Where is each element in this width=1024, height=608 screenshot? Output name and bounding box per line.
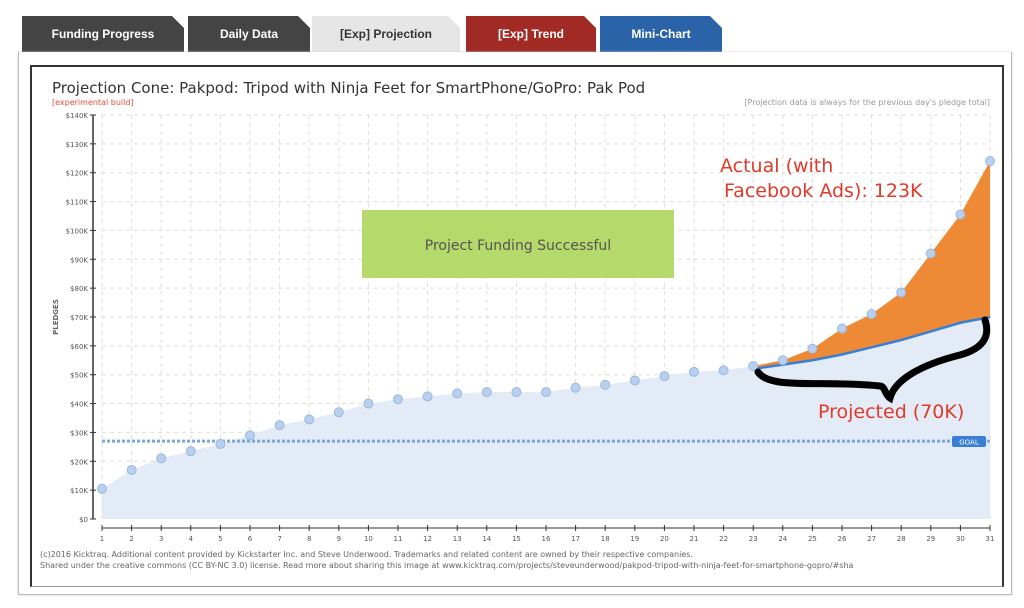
data-point [955, 209, 966, 220]
y-tick-label: $130K [66, 141, 89, 149]
data-point [245, 430, 255, 441]
x-tick-label: 29 [926, 535, 935, 543]
chart-subtitle: [experimental build] [52, 98, 134, 107]
y-tick-label: $20K [70, 458, 88, 466]
projected-annotation: Projected (70K) [818, 401, 964, 423]
data-point [985, 156, 995, 167]
x-tick-label: 21 [690, 535, 699, 543]
x-tick-label: 3 [159, 535, 163, 543]
x-tick-label: 26 [838, 535, 847, 543]
x-tick-label: 4 [189, 535, 194, 543]
data-point [363, 398, 374, 409]
footer-copyright: (c)2016 Kicktraq. Additional content pro… [40, 550, 693, 559]
x-tick-label: 14 [482, 535, 491, 543]
data-point [570, 382, 581, 393]
y-tick-label: $80K [70, 285, 88, 293]
x-tick-label: 19 [630, 535, 639, 543]
actual-annotation-line2: Facebook Ads): 123K [724, 180, 923, 202]
y-tick-label: $60K [70, 343, 88, 351]
x-tick-label: 27 [867, 535, 876, 543]
footer-license: Shared under the creative commons (CC BY… [40, 561, 854, 570]
x-tick-label: 5 [218, 535, 222, 543]
x-tick-label: 23 [749, 535, 758, 543]
data-point [777, 355, 788, 366]
x-tick-label: 13 [453, 535, 462, 543]
x-tick-label: 31 [986, 535, 995, 543]
data-point [274, 420, 285, 431]
goal-badge-text: GOAL [959, 439, 979, 447]
x-tick-label: 12 [423, 535, 432, 543]
data-point [215, 438, 226, 449]
data-point [333, 407, 344, 418]
y-tick-label: $110K [66, 199, 89, 207]
y-axis-label: PLEDGES [52, 299, 60, 335]
x-tick-label: 6 [248, 535, 253, 543]
projection-note: [Projection data is always for the previ… [744, 98, 990, 107]
x-tick-label: 2 [129, 535, 133, 543]
success-banner-text: Project Funding Successful [425, 238, 611, 254]
x-tick-label: 8 [307, 535, 311, 543]
y-tick-label: $40K [70, 401, 88, 409]
x-tick-label: 17 [571, 535, 580, 543]
data-point [659, 371, 670, 382]
x-tick-label: 7 [277, 535, 281, 543]
data-point [393, 394, 403, 405]
x-tick-label: 18 [601, 535, 610, 543]
x-tick-label: 16 [542, 535, 551, 543]
data-point [156, 453, 167, 464]
data-point [126, 464, 137, 475]
data-point [97, 483, 107, 494]
x-tick-label: 28 [897, 535, 906, 543]
x-tick-label: 10 [364, 535, 373, 543]
data-point [541, 387, 551, 398]
y-tick-label: $90K [70, 256, 88, 264]
x-tick-label: 24 [778, 535, 787, 543]
data-point [600, 379, 611, 390]
data-point [925, 248, 936, 259]
data-point [629, 375, 640, 386]
x-tick-label: 20 [660, 535, 669, 543]
y-tick-label: $70K [70, 314, 88, 322]
data-point [837, 323, 847, 334]
data-point [452, 388, 463, 399]
data-point [807, 343, 818, 354]
x-tick-label: 30 [956, 535, 965, 543]
data-point [689, 366, 699, 377]
data-point [185, 446, 196, 457]
x-tick-label: 15 [512, 535, 521, 543]
x-tick-label: 1 [100, 535, 104, 543]
y-tick-label: $120K [66, 170, 89, 178]
actual-annotation-line1: Actual (with [720, 155, 833, 177]
x-tick-label: 22 [719, 535, 728, 543]
data-point [718, 365, 729, 376]
data-point [511, 387, 522, 398]
data-point [896, 287, 907, 298]
y-tick-label: $50K [70, 372, 88, 380]
data-point [866, 309, 877, 320]
y-tick-label: $140K [66, 112, 89, 120]
y-tick-label: $30K [70, 429, 88, 437]
x-tick-label: 11 [394, 535, 403, 543]
y-tick-label: $100K [66, 227, 89, 235]
y-tick-label: $0 [79, 516, 88, 524]
x-tick-label: 25 [808, 535, 817, 543]
data-point [304, 414, 315, 425]
x-tick-label: 9 [337, 535, 341, 543]
projection-chart: Projection Cone: Pakpod: Tripod with Nin… [52, 79, 995, 543]
data-point [481, 387, 492, 398]
chart-title: Projection Cone: Pakpod: Tripod with Nin… [52, 79, 645, 97]
data-point [422, 391, 433, 402]
y-tick-label: $10K [70, 487, 88, 495]
